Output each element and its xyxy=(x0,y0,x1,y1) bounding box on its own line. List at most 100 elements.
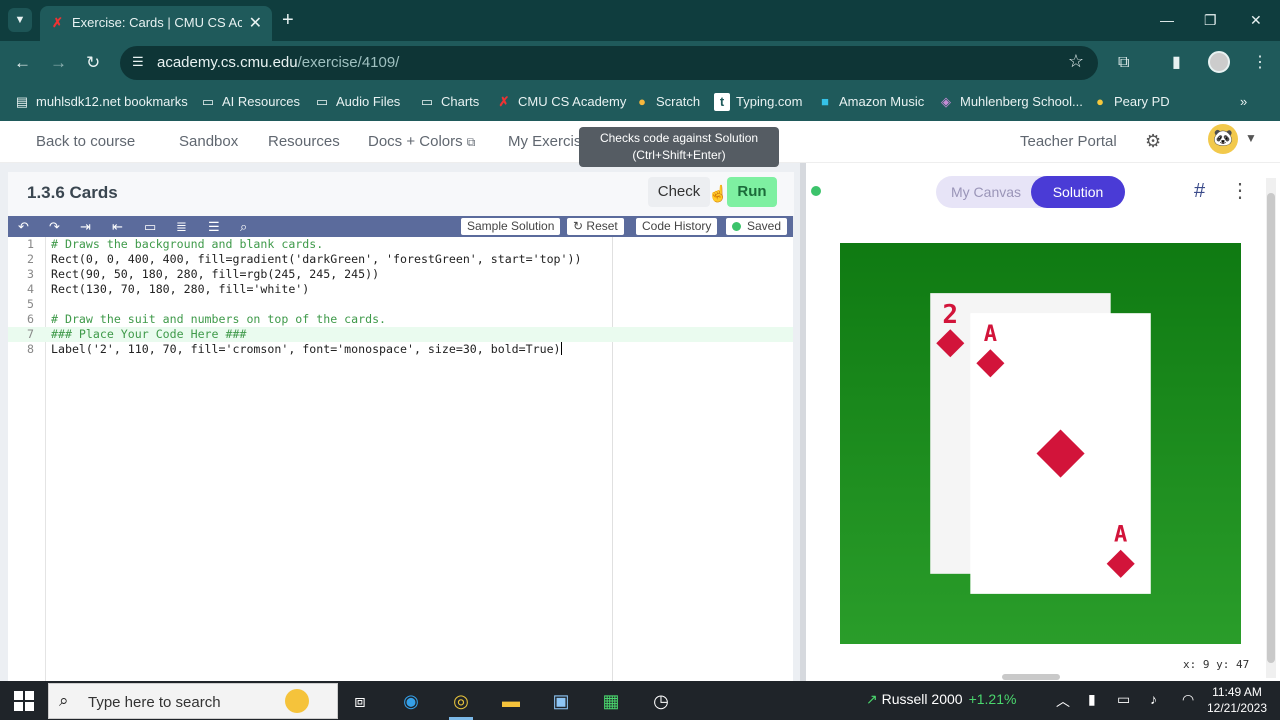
tab-search-chevron-icon[interactable]: ▼ xyxy=(8,8,32,32)
horizontal-scroll-handle[interactable] xyxy=(1002,674,1060,680)
extensions-icon[interactable]: ⧉ xyxy=(1118,52,1129,74)
bookmark-item[interactable]: ▭ Audio Files xyxy=(314,93,400,111)
new-tab-plus-icon[interactable]: + xyxy=(282,8,294,32)
address-input[interactable]: ☰ academy.cs.cmu.edu/exercise/4109/ ☆ xyxy=(120,46,1098,80)
folder-icon: ▭ xyxy=(201,94,215,109)
task-view-icon[interactable]: ⧈ xyxy=(348,689,372,713)
browser-tab-bar: ▼ ✗ Exercise: Cards | CMU CS Academy ✕ +… xyxy=(0,0,1280,41)
system-clock[interactable]: 11:49 AM 12/21/2023 xyxy=(1206,684,1268,716)
bookmark-label: CMU CS Academy xyxy=(518,94,627,109)
code-line[interactable]: 7 ### Place Your Code Here ### xyxy=(8,327,793,342)
windows-start-icon[interactable] xyxy=(14,691,34,711)
solution-canvas[interactable]: 2 A A xyxy=(840,243,1241,644)
check-button[interactable]: Check xyxy=(648,177,710,207)
stock-widget[interactable]: ↗ Russell 2000 +1.21% xyxy=(866,691,1016,708)
store-icon[interactable]: ▣ xyxy=(549,689,573,713)
more-options-icon[interactable]: ⋮ xyxy=(1230,178,1250,203)
file-explorer-icon[interactable]: ▬ xyxy=(499,689,523,713)
back-arrow-icon[interactable]: ← xyxy=(14,51,31,75)
stock-change: +1.21% xyxy=(968,691,1017,707)
wifi-icon[interactable]: ◠ xyxy=(1182,691,1194,708)
tab-close-icon[interactable]: ✕ xyxy=(249,13,262,33)
grid-icon[interactable]: # xyxy=(1194,180,1205,203)
solution-tab[interactable]: Solution xyxy=(1031,176,1125,208)
format-icon[interactable]: ≣ xyxy=(176,217,187,236)
code-history-button[interactable]: Code History xyxy=(636,218,718,235)
vertical-scrollbar[interactable] xyxy=(1266,178,1276,678)
screen-recorder-icon[interactable]: ◷ xyxy=(649,689,673,713)
user-avatar-panda[interactable]: 🐼 xyxy=(1208,124,1238,154)
reload-icon[interactable]: ↻ xyxy=(86,51,100,75)
chrome-menu-icon[interactable]: ⋮ xyxy=(1252,52,1268,74)
bookmark-item[interactable]: ▭ AI Resources xyxy=(200,93,300,111)
edge-browser-icon[interactable]: ◉ xyxy=(399,689,423,713)
bookmark-item[interactable]: ◈ Muhlenberg School... xyxy=(938,93,1083,111)
browser-tab-active[interactable]: ✗ Exercise: Cards | CMU CS Academy ✕ xyxy=(40,6,272,41)
settings-gear-icon[interactable]: ⚙ xyxy=(1145,131,1161,152)
code-line[interactable]: 6 # Draw the suit and numbers on top of t… xyxy=(8,312,793,327)
code-line[interactable]: 1 # Draws the background and blank cards. xyxy=(8,237,793,252)
undo-icon[interactable]: ↶ xyxy=(18,217,29,236)
window-close-icon[interactable]: ✕ xyxy=(1250,8,1262,32)
usb-icon[interactable]: ▮ xyxy=(1088,691,1096,708)
line-number: 1 xyxy=(27,237,34,251)
reset-button[interactable]: ↻ Reset xyxy=(567,218,624,235)
resources-link[interactable]: Resources xyxy=(268,133,340,150)
docs-colors-label: Docs + Colors xyxy=(368,133,463,150)
line-number: 8 xyxy=(27,342,34,356)
bookmark-label: Muhlenberg School... xyxy=(960,94,1083,109)
user-menu-caret-icon[interactable]: ▼ xyxy=(1245,131,1257,145)
code-line[interactable]: 5 xyxy=(8,297,793,312)
docs-colors-link[interactable]: Docs + Colors ⧉ xyxy=(368,133,475,150)
bookmark-item[interactable]: ■ Amazon Music xyxy=(817,93,924,111)
tray-overflow-icon[interactable]: ︿ xyxy=(1056,691,1070,711)
battery-icon[interactable]: ▭ xyxy=(1117,691,1130,708)
chrome-browser-icon[interactable]: ◎ xyxy=(449,689,473,713)
bookmark-star-icon[interactable]: ☆ xyxy=(1068,51,1084,72)
bookmark-item[interactable]: ● Peary PD xyxy=(1092,93,1170,111)
code-text: Rect(0, 0, 400, 400, fill=gradient('dark… xyxy=(51,252,582,266)
bookmarks-overflow-icon[interactable]: » xyxy=(1240,93,1247,111)
bookmark-item[interactable]: ▭ Charts xyxy=(419,93,479,111)
my-canvas-tab[interactable]: My Canvas xyxy=(951,184,1021,200)
code-line[interactable]: 2 Rect(0, 0, 400, 400, fill=gradient('dar… xyxy=(8,252,793,267)
scrollbar-thumb[interactable] xyxy=(1267,193,1275,663)
indent-icon[interactable]: ⇥ xyxy=(80,217,91,236)
saved-label: Saved xyxy=(747,219,782,233)
clock-date: 12/21/2023 xyxy=(1206,701,1268,715)
typing-icon: t xyxy=(714,93,730,111)
redo-icon[interactable]: ↷ xyxy=(49,217,60,236)
amazon-music-icon: ■ xyxy=(821,94,829,109)
code-line[interactable]: 4 Rect(130, 70, 180, 280, fill='white') xyxy=(8,282,793,297)
bookmark-item[interactable]: ▤ muhlsdk12.net bookmarks xyxy=(14,93,188,111)
hand-cursor-icon: ☝ xyxy=(708,186,728,203)
scratch-icon: ● xyxy=(638,94,646,109)
bookmark-item[interactable]: t Typing.com xyxy=(714,93,802,111)
minimize-icon[interactable]: — xyxy=(1160,8,1174,32)
classroom-icon[interactable]: ▦ xyxy=(599,689,623,713)
code-line-current[interactable]: 8 Label('2', 110, 70, fill='cromson', fon… xyxy=(8,342,793,357)
sandbox-link[interactable]: Sandbox xyxy=(179,133,238,150)
dedent-icon[interactable]: ⇤ xyxy=(112,217,123,236)
bookmark-label: Scratch xyxy=(656,94,701,109)
forward-arrow-icon[interactable]: → xyxy=(50,51,67,75)
taskbar-search-input[interactable]: ⌕ Type here to search xyxy=(48,683,338,719)
search-magnifier-icon: ⌕ xyxy=(59,691,69,710)
bookmark-item[interactable]: ✗ CMU CS Academy xyxy=(496,93,627,111)
sample-solution-button[interactable]: Sample Solution xyxy=(461,218,561,235)
address-toolbar: ← → ↻ ☰ academy.cs.cmu.edu/exercise/4109… xyxy=(0,41,1280,85)
browser-profile-avatar[interactable] xyxy=(1208,51,1230,73)
search-icon[interactable]: ⌕ xyxy=(240,217,247,236)
restore-icon[interactable]: ❐ xyxy=(1204,8,1217,32)
side-panel-icon[interactable]: ▮ xyxy=(1172,52,1181,74)
code-line[interactable]: 3 Rect(90, 50, 180, 280, fill=rgb(245, 24… xyxy=(8,267,793,282)
bookmark-item[interactable]: ● Scratch xyxy=(634,93,700,111)
site-info-icon[interactable]: ☰ xyxy=(132,54,144,70)
back-to-course-link[interactable]: Back to course xyxy=(36,133,135,150)
comment-icon[interactable]: ▭ xyxy=(144,217,156,236)
wrap-icon[interactable]: ☰ xyxy=(208,217,220,236)
teacher-portal-link[interactable]: Teacher Portal xyxy=(1020,133,1117,150)
folder-icon: ▭ xyxy=(315,94,329,109)
run-button[interactable]: Run xyxy=(727,177,777,207)
volume-icon[interactable]: ♪ xyxy=(1150,691,1157,707)
